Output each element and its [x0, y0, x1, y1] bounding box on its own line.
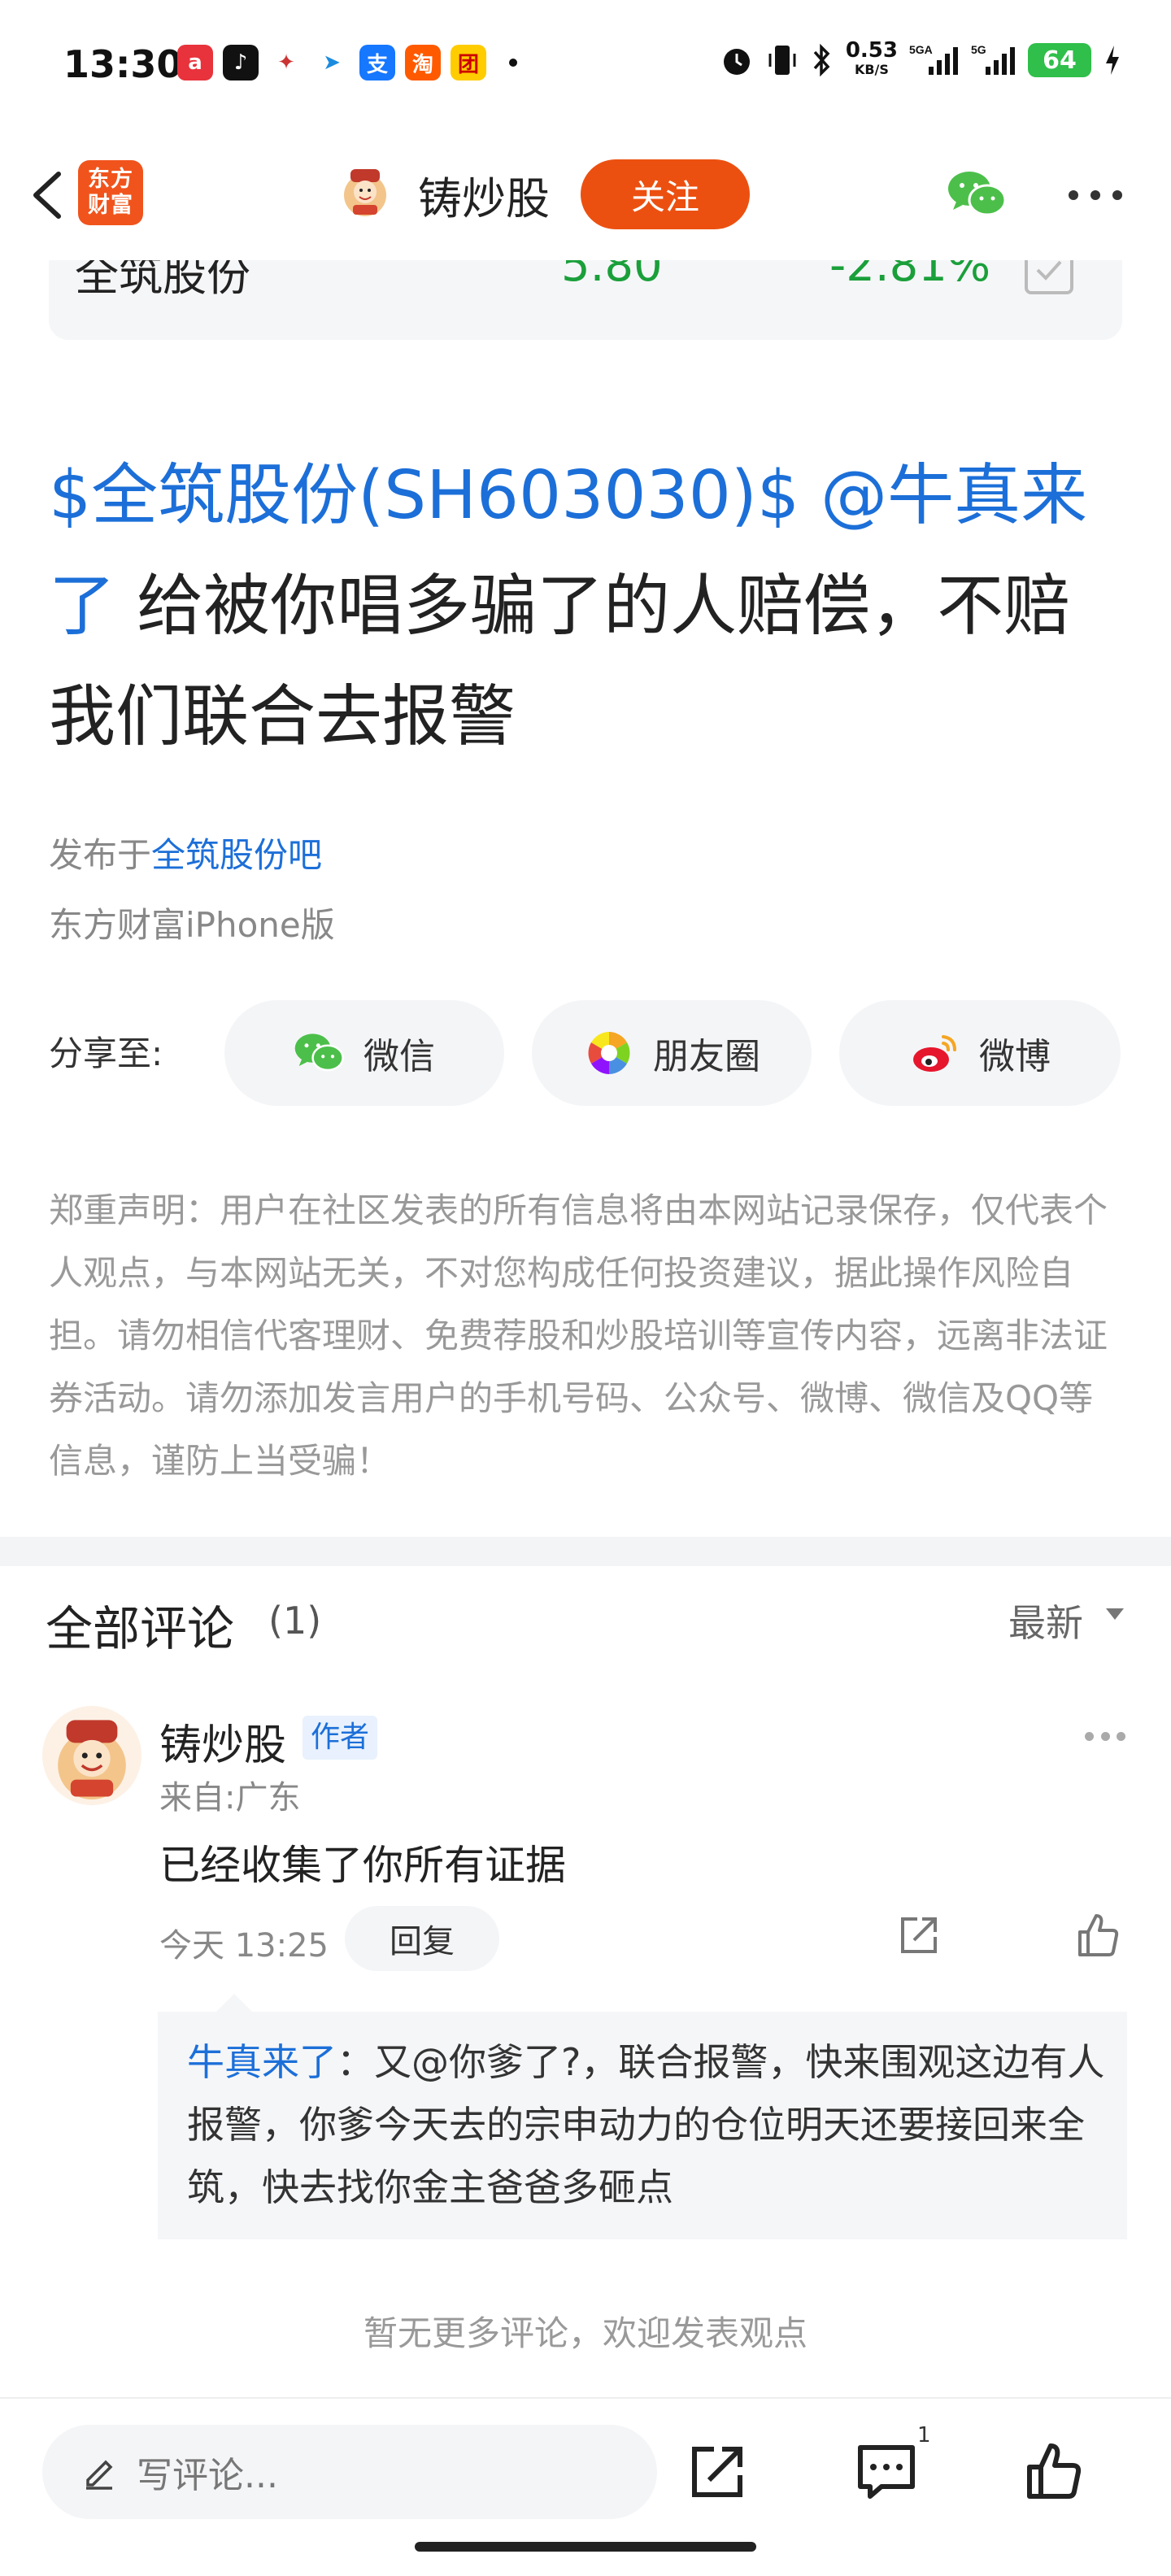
- thumbs-up-icon[interactable]: [1021, 2439, 1086, 2504]
- network-speed: 0.53 KB/S: [845, 38, 898, 77]
- wechat-icon: [294, 1033, 344, 1072]
- home-indicator: [415, 2542, 756, 2552]
- forum-link[interactable]: 全筑股份吧: [151, 835, 322, 875]
- eastmoney-logo[interactable]: 东方 财富: [78, 160, 143, 225]
- author-avatar-icon[interactable]: [337, 163, 394, 220]
- app-notification-icon: a: [177, 45, 213, 80]
- author-badge: 作者: [303, 1716, 378, 1760]
- status-bar: 13:30 a ♪ ✦ ➤ 支 淘 团 0.53 KB/S 5GA 5G 64: [0, 0, 1171, 130]
- page-title: 铸炒股: [418, 173, 550, 224]
- wechat-icon[interactable]: [947, 168, 1008, 221]
- bird-app-icon: ➤: [314, 45, 350, 80]
- write-comment-input[interactable]: 写评论...: [42, 2425, 657, 2519]
- status-time: 13:30: [63, 42, 183, 86]
- thumbs-up-icon[interactable]: [1073, 1911, 1122, 1960]
- battery-indicator: 64: [1028, 43, 1091, 77]
- reply-pointer: [216, 1994, 252, 2012]
- reply-author-link[interactable]: 牛真来了: [187, 2040, 337, 2084]
- douyin-icon: ♪: [223, 45, 259, 80]
- post-client: 东方财富iPhone版: [49, 905, 335, 945]
- comment-more-icon[interactable]: [1085, 1732, 1125, 1742]
- quoted-reply[interactable]: 牛真来了：又@你爹了?，联合报警，快来围观这边有人报警，你爹今天去的宗申动力的仓…: [158, 2012, 1127, 2239]
- comment-text: 已经收集了你所有证据: [159, 1842, 566, 1889]
- nav-bar: 东方 财富 铸炒股 关注: [0, 130, 1171, 260]
- share-icon[interactable]: [685, 2439, 750, 2504]
- comment-author[interactable]: 铸炒股: [159, 1711, 286, 1772]
- share-wechat-button[interactable]: 微信: [224, 1000, 504, 1106]
- comment-avatar[interactable]: [42, 1706, 141, 1805]
- comment-count-badge: 1: [917, 2423, 931, 2448]
- notification-icons: a ♪ ✦ ➤ 支 淘 团: [177, 45, 517, 80]
- vibrate-icon: [768, 46, 796, 75]
- back-arrow-icon[interactable]: [21, 163, 78, 228]
- svg-text:5GA: 5GA: [909, 43, 933, 56]
- signal-5g-icon: 5G: [971, 43, 1015, 75]
- sort-dropdown[interactable]: 最新: [1008, 1594, 1083, 1647]
- alarm-icon: [723, 49, 750, 75]
- more-notifications-dot: [509, 59, 517, 67]
- deer-app-icon: ✦: [268, 45, 304, 80]
- more-options-icon[interactable]: [1069, 190, 1122, 202]
- post-text: 给被你唱多骗了的人赔偿，不赔我们联合去报警: [49, 568, 1071, 755]
- comments-count: (1): [268, 1599, 322, 1643]
- comment-location: 来自:广东: [159, 1779, 301, 1817]
- post-content: $全筑股份(SH603030)$ @牛真来了 给被你唱多骗了的人赔偿，不赔我们联…: [49, 441, 1130, 772]
- charging-icon: [1106, 46, 1119, 75]
- weibo-icon: [913, 1035, 956, 1072]
- section-divider: [0, 1537, 1171, 1566]
- disclaimer: 郑重声明：用户在社区发表的所有信息将由本网站记录保存，仅代表个人观点，与本网站无…: [49, 1190, 1108, 1481]
- svg-text:5G: 5G: [971, 43, 986, 56]
- no-more-comments: 暂无更多评论，欢迎发表观点: [363, 2313, 808, 2353]
- share-label: 分享至:: [49, 1033, 163, 1073]
- meituan-icon: 团: [451, 45, 486, 80]
- share-moments-button[interactable]: 朋友圈: [532, 1000, 812, 1106]
- author-avatar-icon: [58, 1720, 126, 1800]
- taobao-icon: 淘: [405, 45, 441, 80]
- alipay-icon: 支: [359, 45, 395, 80]
- status-right: 0.53 KB/S 5GA 5G 64: [719, 38, 1122, 80]
- caret-down-icon[interactable]: [1106, 1608, 1124, 1620]
- share-weibo-button[interactable]: 微博: [839, 1000, 1121, 1106]
- share-icon[interactable]: [895, 1911, 943, 1960]
- comment-icon[interactable]: [854, 2439, 919, 2504]
- bluetooth-icon: [813, 43, 830, 77]
- published-in: 发布于全筑股份吧: [49, 835, 323, 875]
- reply-button[interactable]: 回复: [345, 1906, 499, 1971]
- moments-icon: [588, 1032, 630, 1074]
- signal-5ga-icon: 5GA: [909, 43, 958, 75]
- follow-button[interactable]: 关注: [581, 159, 750, 229]
- stock-link[interactable]: $全筑股份(SH603030)$: [49, 457, 799, 534]
- comments-title: 全部评论: [46, 1601, 235, 1656]
- pencil-icon: [86, 2460, 113, 2490]
- comment-time: 今天 13:25: [159, 1927, 329, 1965]
